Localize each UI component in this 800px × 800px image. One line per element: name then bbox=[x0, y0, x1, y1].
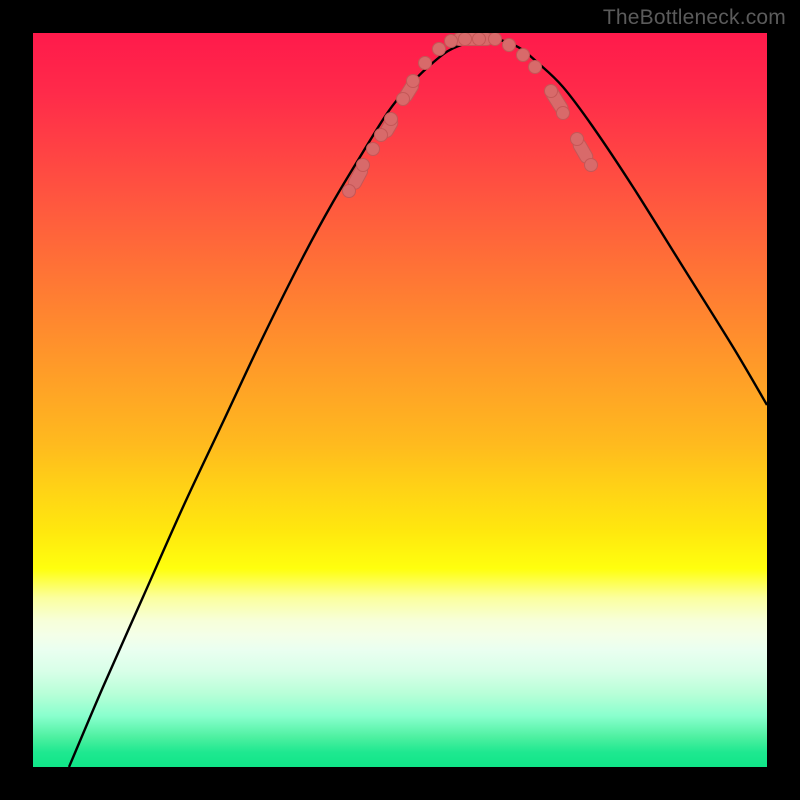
highlight-dot bbox=[473, 33, 486, 46]
watermark-text: TheBottleneck.com bbox=[603, 6, 786, 30]
highlight-dot bbox=[385, 113, 398, 126]
highlight-dot bbox=[397, 93, 410, 106]
highlight-dot bbox=[419, 57, 432, 70]
highlight-dots bbox=[343, 33, 598, 198]
highlight-dot bbox=[375, 129, 388, 142]
highlight-dot bbox=[503, 39, 516, 52]
highlight-dot bbox=[433, 43, 446, 56]
highlight-dot bbox=[343, 185, 356, 198]
highlight-dot bbox=[557, 107, 570, 120]
curve-layer bbox=[33, 33, 767, 767]
highlight-dot bbox=[571, 133, 584, 146]
highlight-dot bbox=[357, 159, 370, 172]
highlight-dot bbox=[407, 75, 420, 88]
bottleneck-curve bbox=[69, 39, 767, 767]
highlight-dot bbox=[529, 61, 542, 74]
highlight-dot bbox=[517, 49, 530, 62]
highlight-dot bbox=[445, 35, 458, 48]
highlight-dot bbox=[367, 143, 380, 156]
outer-frame: TheBottleneck.com bbox=[0, 0, 800, 800]
plot-area bbox=[33, 33, 767, 767]
highlight-dot bbox=[545, 85, 558, 98]
highlight-dot bbox=[585, 159, 598, 172]
highlight-dot bbox=[489, 33, 502, 46]
highlight-dot bbox=[459, 33, 472, 46]
